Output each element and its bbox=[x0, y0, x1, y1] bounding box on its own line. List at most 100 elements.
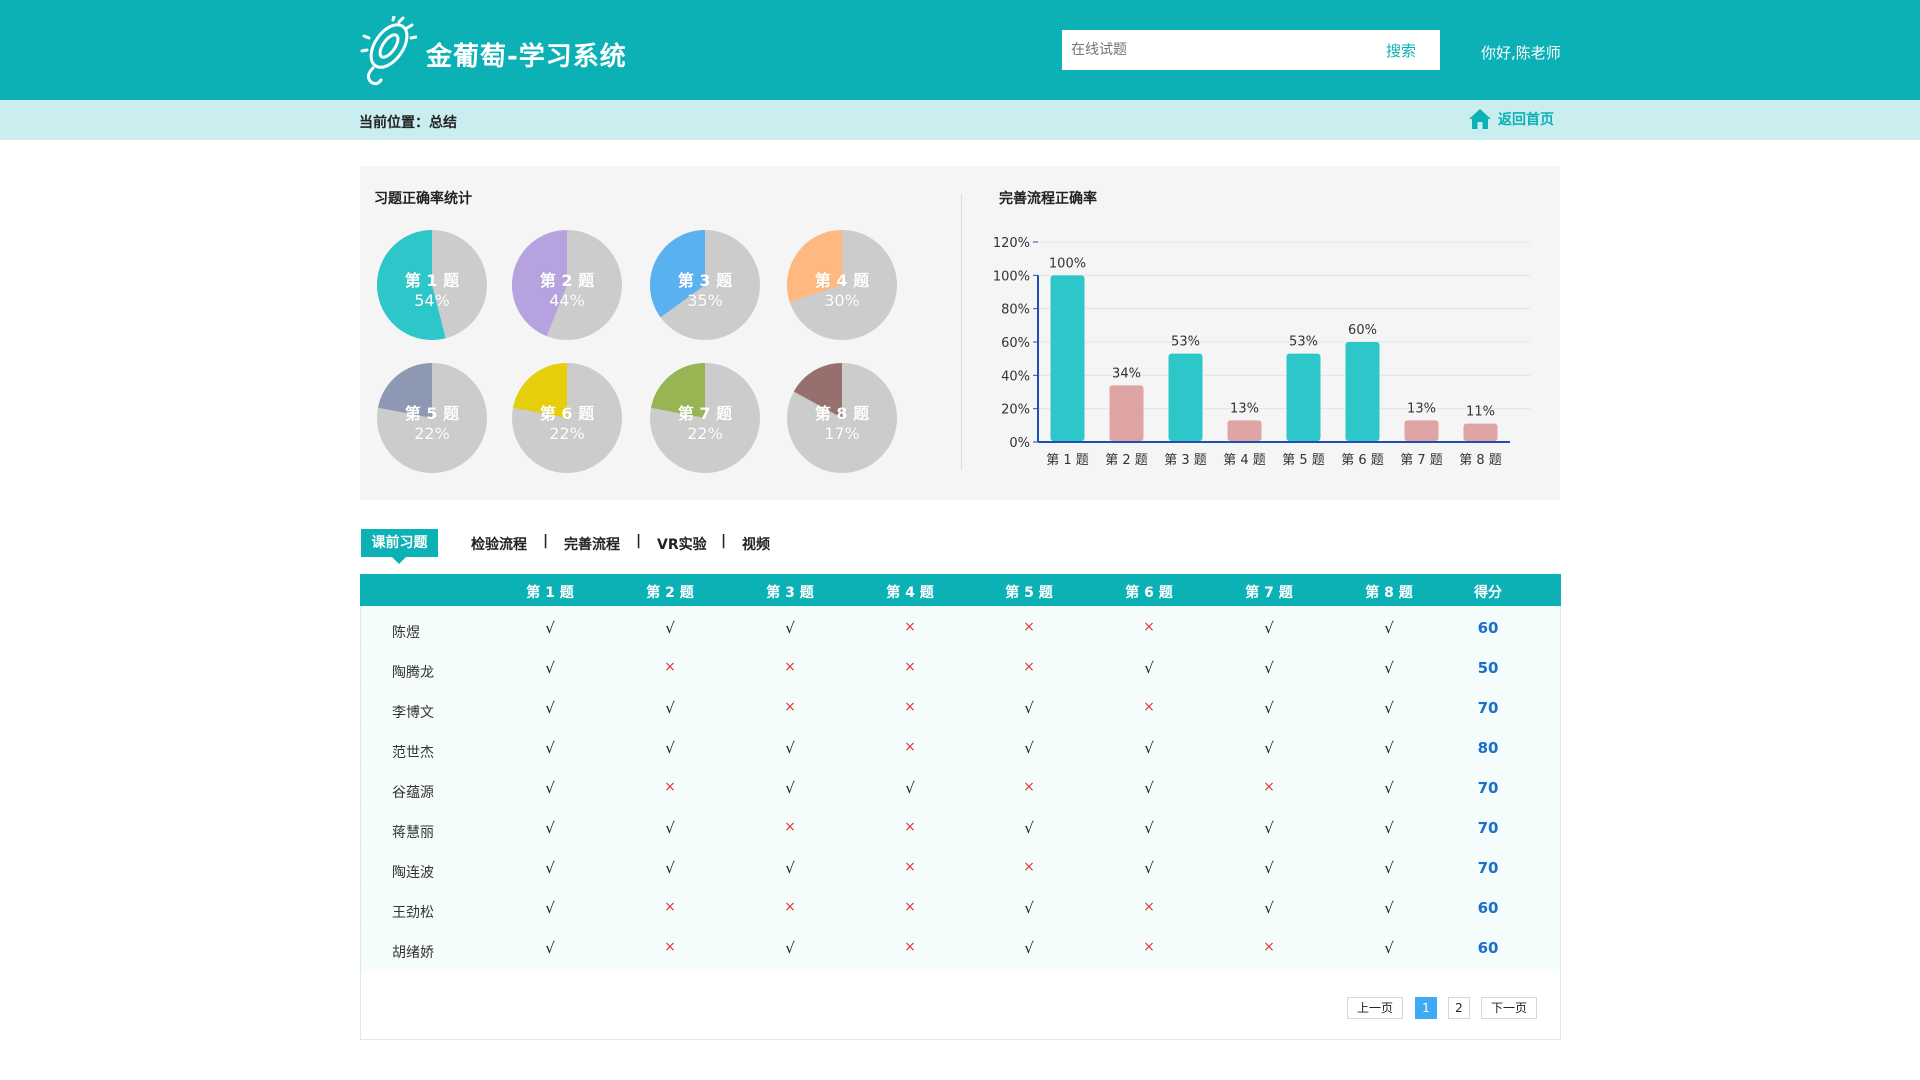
correct-mark: √ bbox=[545, 819, 555, 837]
wrong-mark: × bbox=[904, 819, 916, 835]
header-question-2: 第 2 题 bbox=[646, 585, 694, 601]
tab-separator: | bbox=[636, 533, 642, 549]
student-name: 陶连波 bbox=[392, 865, 434, 881]
student-name: 李博文 bbox=[392, 705, 434, 721]
tab-pre-class-exercise[interactable]: 课前习题 bbox=[361, 529, 438, 557]
search-button[interactable]: 搜索 bbox=[1362, 30, 1440, 70]
pie-question-label: 第 7 题 bbox=[677, 404, 733, 423]
pie-percent-label: 54% bbox=[414, 291, 450, 310]
bar-question-4 bbox=[1227, 420, 1262, 441]
pie-label: 第 2 题 44% bbox=[512, 271, 622, 311]
wrong-mark: × bbox=[904, 699, 916, 715]
app-title: 金葡萄-学习系统 bbox=[426, 42, 627, 72]
correct-mark: √ bbox=[1264, 859, 1274, 877]
search-input[interactable] bbox=[1062, 30, 1362, 70]
bar-question-2 bbox=[1109, 385, 1144, 441]
wrong-mark: × bbox=[904, 739, 916, 755]
active-tab-pointer bbox=[392, 557, 406, 564]
tab-complete-process[interactable]: 完善流程 bbox=[564, 534, 620, 554]
student-name: 谷蕴源 bbox=[392, 785, 434, 801]
correct-mark: √ bbox=[545, 659, 555, 677]
student-score: 50 bbox=[1477, 659, 1499, 677]
tab-inspection-process[interactable]: 检验流程 bbox=[471, 534, 527, 554]
wrong-mark: × bbox=[904, 939, 916, 955]
tab-video[interactable]: 视频 bbox=[742, 534, 770, 554]
user-greeting[interactable]: 你好,陈老师 bbox=[1481, 42, 1561, 63]
home-link[interactable]: 返回首页 bbox=[1468, 108, 1554, 130]
table-row bbox=[361, 886, 1560, 926]
pie-question-label: 第 4 题 bbox=[814, 271, 870, 290]
correct-mark: √ bbox=[1024, 739, 1034, 757]
correct-mark: √ bbox=[1144, 819, 1154, 837]
y-tick-label: 20% bbox=[1001, 403, 1030, 418]
header-question-8: 第 8 题 bbox=[1365, 585, 1413, 601]
bar-value-label: 13% bbox=[1230, 401, 1259, 416]
bar-question-1 bbox=[1050, 275, 1085, 441]
student-name: 蒋慧丽 bbox=[392, 825, 434, 841]
student-score: 60 bbox=[1477, 899, 1499, 917]
x-category-label: 第 3 题 bbox=[1164, 453, 1207, 468]
page-button-1[interactable]: 1 bbox=[1415, 997, 1437, 1019]
bar-question-3 bbox=[1168, 353, 1203, 441]
y-tick-label: 60% bbox=[1001, 336, 1030, 351]
correct-mark: √ bbox=[545, 619, 555, 637]
correct-mark: √ bbox=[1144, 859, 1154, 877]
wrong-mark: × bbox=[784, 899, 796, 915]
wrong-mark: × bbox=[1023, 779, 1035, 795]
correct-mark: √ bbox=[545, 859, 555, 877]
bar-section-title: 完善流程正确率 bbox=[999, 191, 1097, 207]
wrong-mark: × bbox=[1143, 939, 1155, 955]
bar-question-8 bbox=[1463, 423, 1498, 441]
prev-page-button[interactable]: 上一页 bbox=[1347, 997, 1403, 1019]
page-button-2[interactable]: 2 bbox=[1448, 997, 1470, 1019]
correct-mark: √ bbox=[785, 739, 795, 757]
correct-mark: √ bbox=[1384, 859, 1394, 877]
correct-mark: √ bbox=[905, 779, 915, 797]
panel-divider bbox=[961, 194, 962, 470]
bar-value-label: 34% bbox=[1112, 366, 1141, 381]
wrong-mark: × bbox=[784, 699, 796, 715]
top-header bbox=[0, 0, 1920, 100]
x-category-label: 第 6 题 bbox=[1341, 453, 1384, 468]
wrong-mark: × bbox=[1263, 779, 1275, 795]
table-row bbox=[361, 926, 1560, 966]
header-question-4: 第 4 题 bbox=[886, 585, 934, 601]
student-score: 70 bbox=[1477, 699, 1499, 717]
bar-value-label: 53% bbox=[1171, 335, 1200, 350]
tab-vr-experiment[interactable]: VR实验 bbox=[657, 534, 707, 554]
student-score: 70 bbox=[1477, 779, 1499, 797]
table-row bbox=[361, 726, 1560, 766]
correct-mark: √ bbox=[1144, 659, 1154, 677]
correct-mark: √ bbox=[785, 939, 795, 957]
header-question-7: 第 7 题 bbox=[1245, 585, 1293, 601]
pie-question-label: 第 5 题 bbox=[404, 404, 460, 423]
bar-value-label: 60% bbox=[1348, 323, 1377, 338]
header-question-5: 第 5 题 bbox=[1005, 585, 1053, 601]
correct-mark: √ bbox=[1264, 899, 1274, 917]
x-category-label: 第 8 题 bbox=[1459, 453, 1502, 468]
wrong-mark: × bbox=[904, 659, 916, 675]
wrong-mark: × bbox=[1143, 899, 1155, 915]
student-score: 70 bbox=[1477, 819, 1499, 837]
wrong-mark: × bbox=[1023, 859, 1035, 875]
correct-mark: √ bbox=[1264, 699, 1274, 717]
correct-mark: √ bbox=[1384, 899, 1394, 917]
pie-question-label: 第 2 题 bbox=[539, 271, 595, 290]
correct-mark: √ bbox=[545, 899, 555, 917]
table-row bbox=[361, 606, 1560, 646]
correct-mark: √ bbox=[1024, 939, 1034, 957]
correct-mark: √ bbox=[545, 939, 555, 957]
correct-mark: √ bbox=[545, 699, 555, 717]
pie-label: 第 7 题 22% bbox=[650, 404, 760, 444]
correct-mark: √ bbox=[665, 739, 675, 757]
next-page-button[interactable]: 下一页 bbox=[1481, 997, 1537, 1019]
correct-mark: √ bbox=[665, 819, 675, 837]
header-question-1: 第 1 题 bbox=[526, 585, 574, 601]
correct-mark: √ bbox=[1384, 619, 1394, 637]
wrong-mark: × bbox=[904, 899, 916, 915]
wrong-mark: × bbox=[1143, 619, 1155, 635]
correct-mark: √ bbox=[785, 619, 795, 637]
grape-logo-icon bbox=[360, 16, 417, 86]
pie-percent-label: 22% bbox=[549, 424, 585, 443]
pie-percent-label: 35% bbox=[687, 291, 723, 310]
